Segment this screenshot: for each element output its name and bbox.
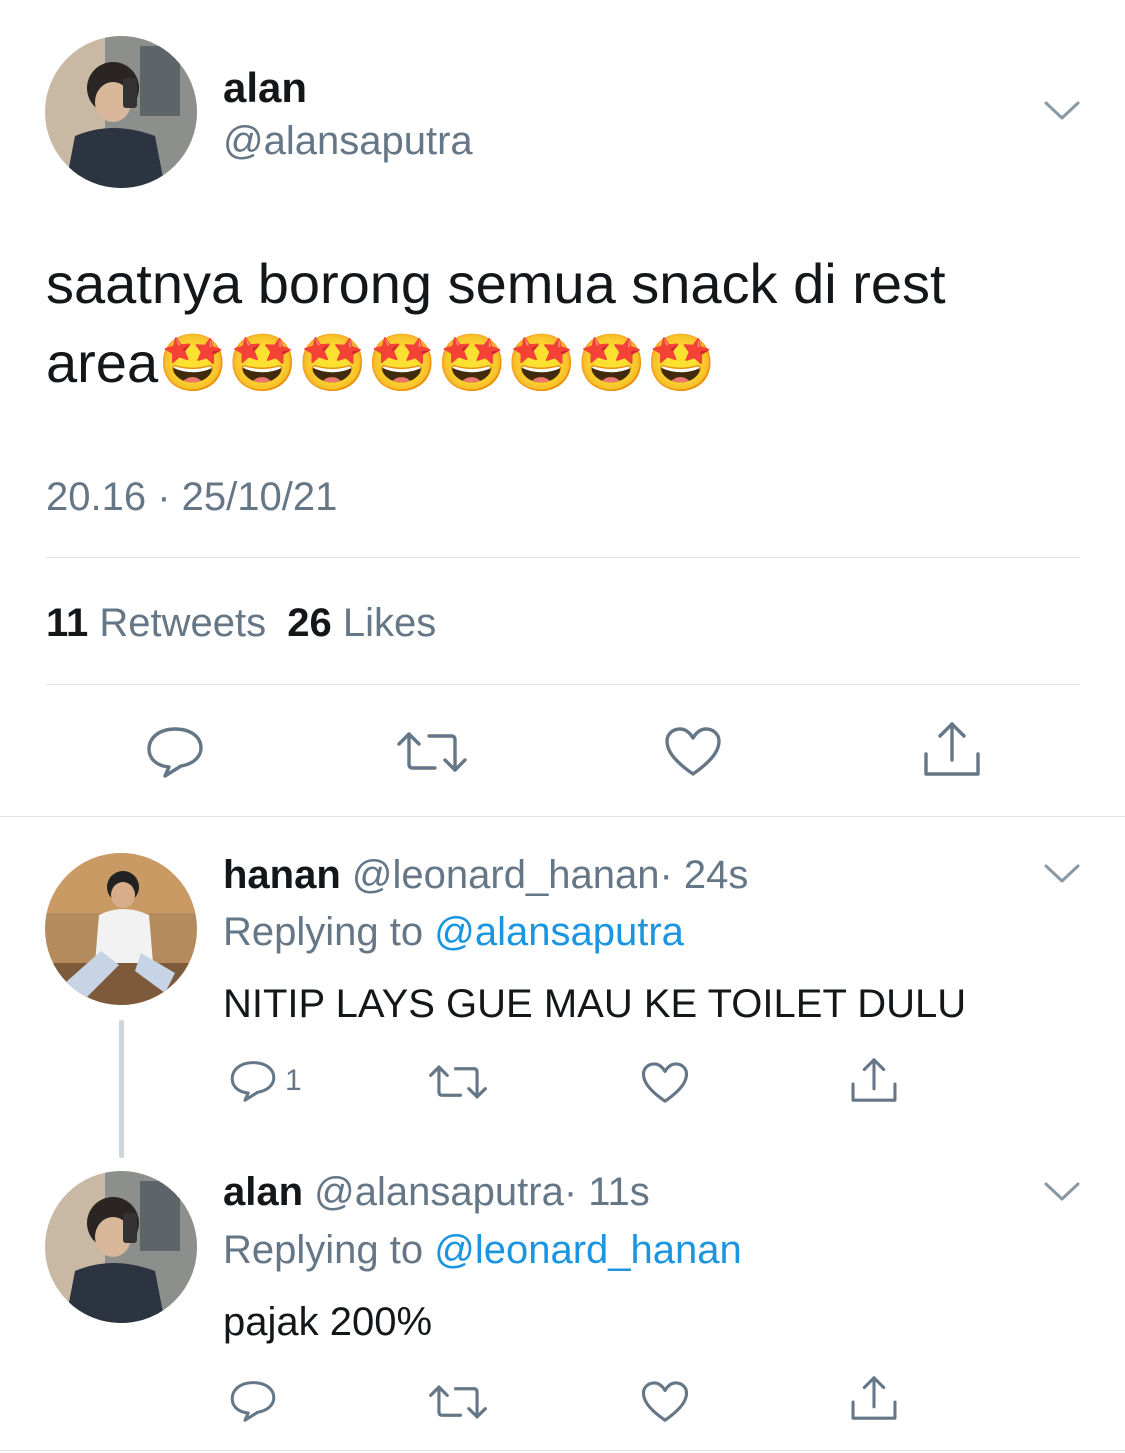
retweet-icon: [429, 1385, 487, 1419]
section-divider: [0, 816, 1125, 817]
reply-button[interactable]: [145, 724, 205, 780]
chevron-down-icon[interactable]: [1044, 1181, 1080, 1203]
reply-age: · 24s: [659, 853, 749, 897]
avatar[interactable]: [45, 853, 197, 1005]
like-label: Likes: [342, 601, 437, 645]
reply-icon: [147, 727, 203, 778]
like-button[interactable]: [664, 726, 722, 778]
share-icon: [924, 722, 980, 776]
retweet-icon: [397, 732, 467, 772]
author-handle[interactable]: @alansaputra: [223, 117, 473, 165]
like-count: 26: [287, 601, 332, 645]
replying-to-label: Replying to: [223, 1228, 424, 1272]
avatar-photo: [45, 853, 197, 1005]
avatar[interactable]: [45, 36, 197, 188]
reply-button[interactable]: 1: [229, 1058, 302, 1104]
like-stat[interactable]: 26 Likes: [287, 601, 436, 645]
retweet-label: Retweets: [99, 601, 267, 645]
share-icon: [851, 1376, 897, 1420]
share-button[interactable]: [849, 1056, 899, 1104]
chevron-down-icon[interactable]: [1044, 100, 1080, 122]
heart-icon: [641, 1381, 689, 1422]
thread-line: [119, 1020, 124, 1158]
retweet-button[interactable]: [397, 728, 467, 776]
reply-author-name[interactable]: hanan: [223, 853, 341, 897]
tweet-timestamp[interactable]: 20.16 · 25/10/21: [46, 474, 337, 520]
engagement-stats: 11 Retweets 26 Likes: [46, 600, 436, 646]
replying-to-link[interactable]: @alansaputra: [434, 910, 684, 954]
avatar[interactable]: [45, 1171, 197, 1323]
chevron-down-icon[interactable]: [1044, 863, 1080, 885]
replying-to: Replying to @leonard_hanan: [223, 1227, 742, 1273]
reply-button[interactable]: [229, 1378, 277, 1424]
avatar-photo: [45, 36, 197, 188]
reply-author-handle[interactable]: @alansaputra: [314, 1170, 564, 1214]
retweet-stat[interactable]: 11 Retweets: [46, 601, 277, 645]
retweet-icon: [429, 1065, 487, 1099]
reply-age: · 11s: [563, 1170, 650, 1214]
like-button[interactable]: [641, 1061, 689, 1105]
retweet-button[interactable]: [429, 1382, 487, 1422]
replying-to: Replying to @alansaputra: [223, 909, 684, 955]
divider: [46, 557, 1080, 558]
replying-to-link[interactable]: @leonard_hanan: [434, 1228, 742, 1272]
reply-header: hanan @leonard_hanan· 24s: [223, 852, 748, 898]
reply-icon: [230, 1061, 276, 1102]
avatar-photo: [45, 1171, 197, 1323]
reply-author-name[interactable]: alan: [223, 1170, 303, 1214]
reply-author-handle[interactable]: @leonard_hanan: [352, 853, 660, 897]
share-icon: [851, 1058, 897, 1102]
author-name[interactable]: alan: [223, 64, 307, 112]
reply-text: NITIP LAYS GUE MAU KE TOILET DULU: [223, 982, 967, 1026]
reply-icon: [230, 1381, 276, 1422]
heart-icon: [665, 727, 721, 776]
reply-text: pajak 200%: [223, 1300, 433, 1344]
like-button[interactable]: [641, 1380, 689, 1424]
reply-header: alan @alansaputra· 11s: [223, 1169, 650, 1215]
reply-count: 1: [285, 1064, 302, 1097]
replying-to-label: Replying to: [223, 910, 424, 954]
heart-icon: [641, 1062, 689, 1103]
bottom-divider: [0, 1450, 1125, 1451]
divider: [46, 684, 1080, 685]
share-button[interactable]: [849, 1374, 899, 1422]
tweet-text: saatnya borong semua snack di rest area🤩…: [46, 252, 946, 394]
retweet-button[interactable]: [429, 1062, 487, 1102]
retweet-count: 11: [46, 601, 89, 645]
share-button[interactable]: [921, 720, 983, 778]
